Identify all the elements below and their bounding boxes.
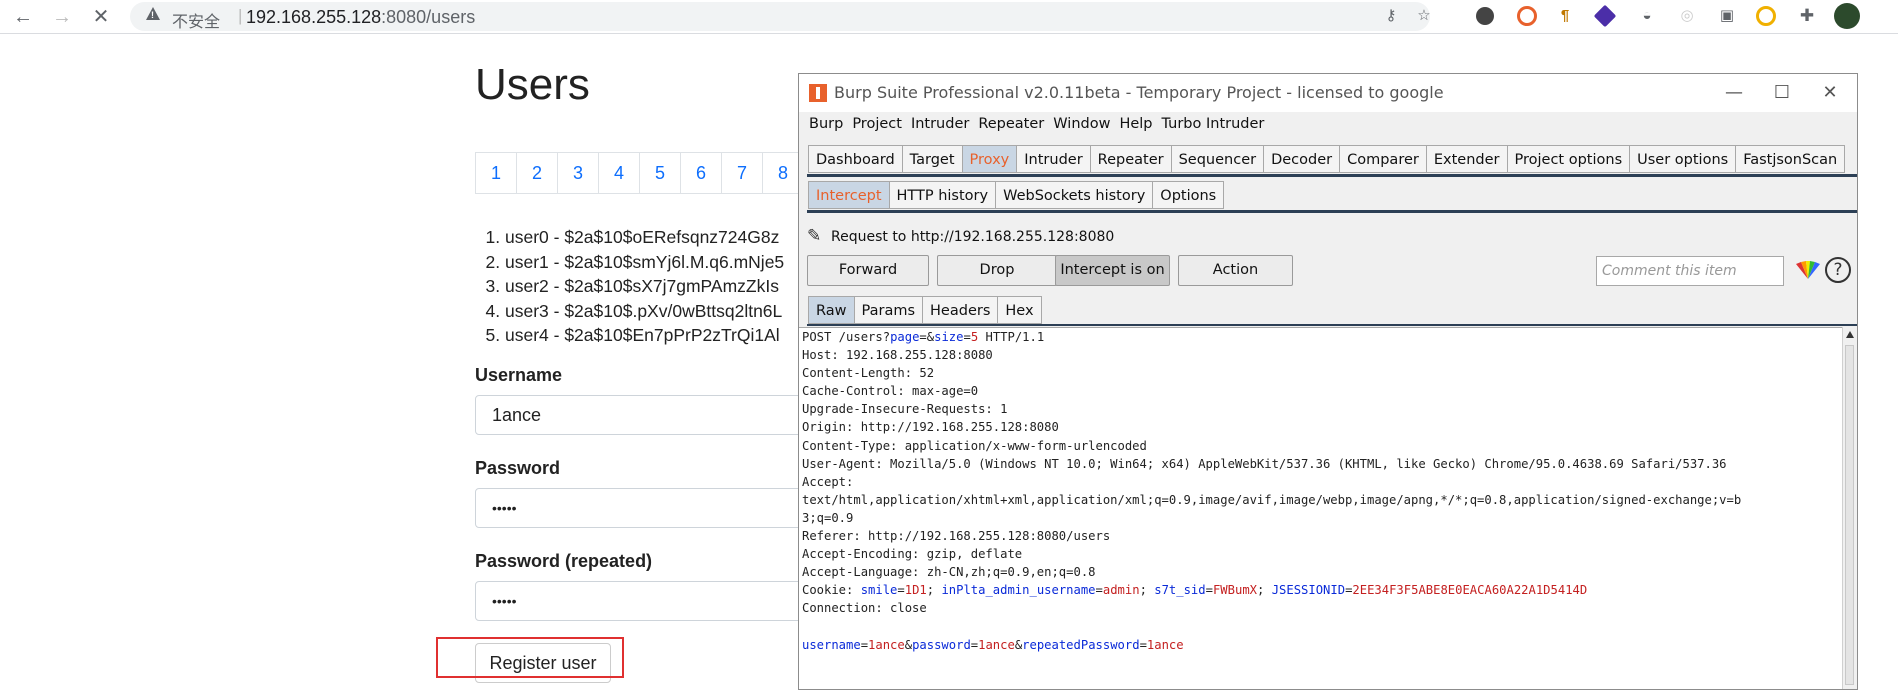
request-to-label: Request to http://192.168.255.128:8080 — [831, 229, 1115, 245]
list-item: user3 - $2a$10$.pXv/0wBttsq2ltn6L — [505, 299, 784, 324]
menu-burp[interactable]: Burp — [809, 116, 843, 132]
user-list: user0 - $2a$10$oERefsqnz724G8z user1 - $… — [475, 225, 784, 348]
list-item: user0 - $2a$10$oERefsqnz724G8z — [505, 225, 784, 250]
insecure-label: 不安全 — [172, 14, 221, 31]
page-link-4[interactable]: 4 — [598, 152, 640, 194]
tab-comparer[interactable]: Comparer — [1339, 145, 1427, 173]
key-icon[interactable]: ⚷ — [1380, 5, 1402, 27]
tab-project-options[interactable]: Project options — [1506, 145, 1631, 173]
url-separator: | — [238, 6, 243, 25]
request-text[interactable]: POST /users?page=&size=5 HTTP/1.1 Host: … — [799, 328, 1857, 654]
menu-window[interactable]: Window — [1053, 116, 1110, 132]
tab-target[interactable]: Target — [901, 145, 963, 173]
drop-button[interactable]: Drop — [937, 255, 1057, 286]
extension-window-icon[interactable]: ▣ — [1716, 5, 1738, 27]
list-item: user1 - $2a$10$smYj6l.M.q6.mNje5 — [505, 250, 784, 275]
burp-main-tabs: Dashboard Target Proxy Intruder Repeater… — [808, 145, 1846, 173]
page-link-1[interactable]: 1 — [475, 152, 517, 194]
username-field[interactable]: 1ance — [475, 395, 815, 435]
extensions-puzzle-icon[interactable]: ✚ — [1796, 5, 1818, 27]
username-label: Username — [475, 365, 563, 385]
tab-sequencer[interactable]: Sequencer — [1170, 145, 1265, 173]
page-link-7[interactable]: 7 — [721, 152, 763, 194]
password-repeat-label: Password (repeated) — [475, 551, 653, 571]
extension-ring-icon[interactable] — [1517, 6, 1537, 26]
menu-intruder[interactable]: Intruder — [911, 116, 969, 132]
tab-headers[interactable]: Headers — [922, 296, 999, 324]
page-link-2[interactable]: 2 — [516, 152, 558, 194]
menu-help[interactable]: Help — [1119, 116, 1152, 132]
list-item: user2 - $2a$10$sX7j7gmPAmzZkIs — [505, 274, 784, 299]
request-editor[interactable]: POST /users?page=&size=5 HTTP/1.1 Host: … — [799, 327, 1857, 689]
tab-decoder[interactable]: Decoder — [1263, 145, 1341, 173]
tab-websockets-history[interactable]: WebSockets history — [995, 181, 1154, 209]
password-repeat-field[interactable]: ••••• — [475, 581, 815, 621]
back-arrow-icon[interactable]: ← — [10, 4, 36, 30]
action-button[interactable]: Action — [1178, 255, 1293, 286]
bookmark-star-icon[interactable]: ☆ — [1413, 5, 1435, 27]
page-link-5[interactable]: 5 — [639, 152, 681, 194]
tab-dashboard[interactable]: Dashboard — [808, 145, 903, 173]
browser-toolbar: ← → ✕ ! 不安全 | 192.168.255.128:8080/users… — [0, 0, 1898, 34]
menu-repeater[interactable]: Repeater — [978, 116, 1044, 132]
message-view-tabs: Raw Params Headers Hex — [808, 296, 1042, 324]
comment-input[interactable]: Comment this item — [1596, 256, 1784, 286]
forward-arrow-icon[interactable]: → — [49, 4, 75, 30]
tab-divider — [807, 174, 1857, 177]
extension-globe-icon[interactable]: ◎ — [1676, 5, 1698, 27]
burp-logo-icon — [809, 84, 827, 102]
password-label: Password — [475, 458, 561, 478]
tab-repeater[interactable]: Repeater — [1089, 145, 1172, 173]
extension-diamond-icon[interactable] — [1593, 4, 1617, 28]
extension-gear-icon[interactable] — [1476, 7, 1494, 25]
highlight-color-icon[interactable] — [1795, 260, 1821, 280]
address-bar[interactable]: ! 不安全 | 192.168.255.128:8080/users ⚷ ☆ — [130, 2, 1431, 31]
view-divider — [807, 324, 1857, 326]
url-text[interactable]: 192.168.255.128:8080/users — [246, 7, 475, 28]
password-field[interactable]: ••••• — [475, 488, 815, 528]
intercept-toggle-button[interactable]: Intercept is on — [1055, 255, 1170, 286]
burp-window-title: Burp Suite Professional v2.0.11beta - Te… — [834, 83, 1444, 102]
stop-loading-icon[interactable]: ✕ — [88, 4, 114, 30]
tab-params[interactable]: Params — [853, 296, 924, 324]
forward-button[interactable]: Forward — [807, 255, 929, 286]
proxy-subtabs: Intercept HTTP history WebSockets histor… — [808, 181, 1225, 209]
request-target: ✎ Request to http://192.168.255.128:8080 — [807, 226, 1114, 246]
burp-window: Burp Suite Professional v2.0.11beta - Te… — [798, 73, 1858, 690]
pagination: 1 2 3 4 5 6 7 8 — [475, 152, 804, 194]
burp-title-bar: Burp Suite Professional v2.0.11beta - Te… — [799, 74, 1857, 112]
menu-project[interactable]: Project — [852, 116, 902, 132]
extension-hat-icon[interactable]: ◒ — [1636, 5, 1658, 27]
tab-hex[interactable]: Hex — [997, 296, 1042, 324]
tab-intruder[interactable]: Intruder — [1016, 145, 1091, 173]
minimize-icon[interactable]: — — [1714, 80, 1754, 106]
page-link-6[interactable]: 6 — [680, 152, 722, 194]
tab-http-history[interactable]: HTTP history — [888, 181, 997, 209]
page-title: Users — [475, 60, 590, 109]
extension-circle-icon[interactable] — [1756, 6, 1776, 26]
tab-extender[interactable]: Extender — [1425, 145, 1508, 173]
tab-raw[interactable]: Raw — [808, 296, 855, 324]
scroll-up-icon[interactable] — [1846, 331, 1854, 338]
scrollbar-thumb[interactable] — [1845, 345, 1854, 685]
menu-turbo-intruder[interactable]: Turbo Intruder — [1162, 116, 1265, 132]
tab-options[interactable]: Options — [1152, 181, 1225, 209]
pencil-icon: ✎ — [807, 226, 822, 246]
tab-proxy[interactable]: Proxy — [961, 145, 1018, 173]
page-link-3[interactable]: 3 — [557, 152, 599, 194]
profile-avatar[interactable] — [1834, 3, 1860, 29]
list-item: user4 - $2a$10$En7pPrP2zTrQi1Al — [505, 323, 784, 348]
editor-scrollbar[interactable] — [1842, 327, 1857, 689]
help-icon[interactable]: ? — [1825, 257, 1851, 283]
tab-intercept[interactable]: Intercept — [808, 181, 890, 209]
tab-user-options[interactable]: User options — [1629, 145, 1737, 173]
burp-menu-bar: Burp Project Intruder Repeater Window He… — [809, 116, 1264, 132]
tab-fastjsonscan[interactable]: FastjsonScan — [1735, 145, 1846, 173]
close-icon[interactable]: ✕ — [1810, 80, 1850, 106]
maximize-icon[interactable]: ☐ — [1762, 80, 1802, 106]
subtab-divider — [807, 210, 1857, 213]
extension-pilcrow-icon[interactable]: ¶ — [1554, 5, 1576, 27]
highlight-box — [436, 637, 624, 678]
